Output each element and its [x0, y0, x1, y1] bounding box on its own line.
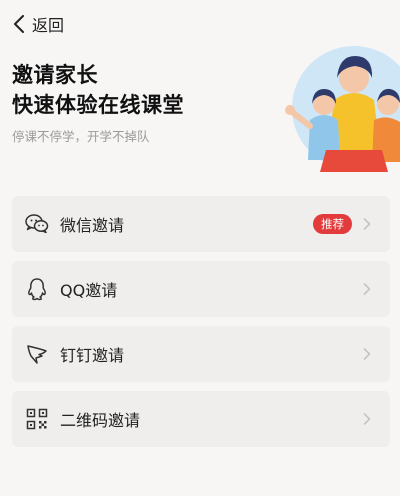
chevron-right-icon	[362, 217, 372, 231]
qrcode-invite-label: 二维码邀请	[60, 411, 141, 430]
page-subtitle: 停课不停学，开学不掉队	[12, 129, 150, 144]
qq-invite-label: QQ邀请	[60, 281, 118, 300]
chevron-right-icon	[362, 347, 372, 361]
page-title: 邀请家长	[12, 63, 98, 87]
dingtalk-invite-label: 钉钉邀请	[60, 346, 125, 365]
wechat-icon	[24, 211, 50, 237]
qrcode-icon	[24, 406, 50, 432]
wechat-invite-label: 微信邀请	[60, 216, 125, 235]
qq-invite-option[interactable]: QQ邀请	[12, 261, 390, 317]
page-title-line2: 快速体验在线课堂	[12, 93, 184, 117]
back-label: 返回	[32, 16, 65, 35]
family-illustration	[282, 42, 400, 172]
invite-options-list: 微信邀请 推荐 QQ邀请 钉钉邀请 二维码邀请	[12, 196, 390, 456]
dingtalk-icon	[24, 341, 50, 367]
qrcode-invite-option[interactable]: 二维码邀请	[12, 391, 390, 447]
wechat-invite-option[interactable]: 微信邀请 推荐	[12, 196, 390, 252]
qq-icon	[24, 276, 50, 302]
chevron-right-icon	[362, 412, 372, 426]
hero-section: 邀请家长 快速体验在线课堂 停课不停学，开学不掉队	[12, 60, 184, 145]
recommended-badge: 推荐	[313, 214, 352, 234]
chevron-left-icon	[10, 13, 28, 35]
dingtalk-invite-option[interactable]: 钉钉邀请	[12, 326, 390, 382]
top-bar: 返回	[0, 0, 400, 48]
back-button[interactable]: 返回	[10, 12, 64, 36]
chevron-right-icon	[362, 282, 372, 296]
